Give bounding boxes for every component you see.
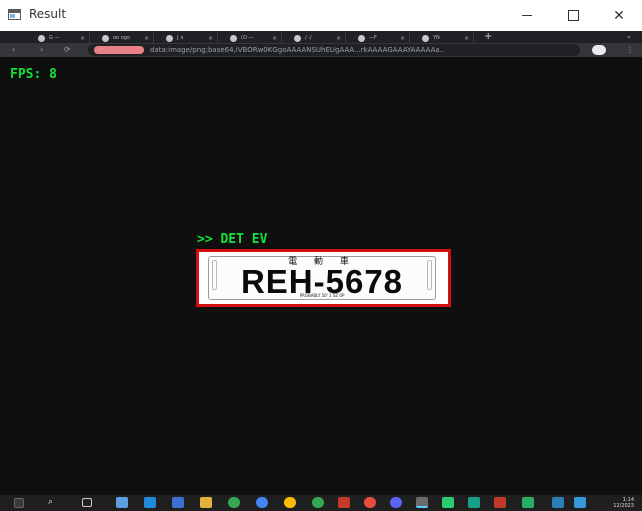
app-icon[interactable] xyxy=(552,497,564,508)
globe-icon xyxy=(294,34,301,42)
browser-tab[interactable]: [ x × xyxy=(158,33,218,43)
forward-icon[interactable]: › xyxy=(40,44,43,56)
active-app-icon[interactable] xyxy=(416,497,428,508)
app-icon[interactable] xyxy=(494,497,506,508)
close-tab-icon[interactable]: × xyxy=(272,35,277,42)
edge-icon[interactable] xyxy=(144,497,156,508)
tab-label: oo ogo xyxy=(113,35,130,41)
window-title: Result xyxy=(29,7,67,21)
fps-counter: FPS: 8 xyxy=(10,67,57,82)
close-tab-icon[interactable]: × xyxy=(208,35,213,42)
system-clock[interactable]: 1:14 12/2023 xyxy=(594,497,634,509)
chrome-icon[interactable] xyxy=(284,497,296,508)
close-tab-icon[interactable]: × xyxy=(80,35,85,42)
detection-bounding-box: 電 動 車 REH-5678 PROBABLY 50' 1 SZ 0P xyxy=(196,249,451,307)
app-icon[interactable] xyxy=(468,497,480,508)
chrome-icon[interactable] xyxy=(312,497,324,508)
address-bar[interactable]: data:image/png;base64,iVBORw0KGgoAAAANSU… xyxy=(88,44,580,56)
file-explorer-icon[interactable] xyxy=(200,497,212,508)
taskbar: ⌕ 1:14 12/2023 xyxy=(0,495,642,511)
browser-toolbar: ‹ › ⟳ data:image/png;base64,iVBORw0KGgoA… xyxy=(0,43,642,57)
maximize-button[interactable] xyxy=(550,0,596,31)
globe-icon xyxy=(422,34,429,42)
globe-icon xyxy=(102,34,109,42)
browser-tab[interactable]: (O — × xyxy=(222,33,282,43)
minimize-button[interactable] xyxy=(504,0,550,31)
start-button[interactable] xyxy=(14,498,24,508)
site-info-chip[interactable] xyxy=(94,46,144,54)
maximize-icon xyxy=(567,10,579,21)
window-title-bar: Result ✕ xyxy=(0,0,642,31)
reload-icon[interactable]: ⟳ xyxy=(64,44,71,56)
widgets-icon[interactable] xyxy=(116,497,128,508)
close-tab-icon[interactable]: × xyxy=(464,35,469,42)
globe-icon xyxy=(358,34,365,42)
close-tab-icon[interactable]: × xyxy=(400,35,405,42)
chrome-icon[interactable] xyxy=(228,497,240,508)
globe-icon xyxy=(230,34,237,42)
app-window-icon xyxy=(8,9,21,20)
back-icon[interactable]: ‹ xyxy=(12,44,15,56)
search-icon[interactable]: ⌕ xyxy=(48,496,53,508)
minimize-icon xyxy=(522,15,532,16)
plate-bottom-text: PROBABLY 50' 1 SZ 0P xyxy=(299,293,345,298)
tab-label: [ x xyxy=(177,35,184,41)
globe-icon xyxy=(38,34,45,42)
clock-date: 12/2023 xyxy=(613,503,634,509)
close-tab-icon[interactable]: × xyxy=(336,35,341,42)
browser-menu-icon[interactable]: ⋮ xyxy=(626,44,634,56)
app-icon[interactable] xyxy=(522,497,534,508)
app-icon[interactable] xyxy=(338,497,350,508)
tab-label: —F xyxy=(369,35,377,41)
license-plate: 電 動 車 REH-5678 PROBABLY 50' 1 SZ 0P xyxy=(208,256,436,300)
detection-label: >> DET EV xyxy=(197,232,268,247)
url-text[interactable]: data:image/png;base64,iVBORw0KGgoAAAANSU… xyxy=(150,45,550,55)
tab-label: (O — xyxy=(241,35,254,41)
tab-search-icon[interactable]: ⌄ xyxy=(626,32,632,40)
app-icon[interactable] xyxy=(574,497,586,508)
browser-tab[interactable]: G — × xyxy=(30,33,90,43)
profile-avatar[interactable] xyxy=(592,45,606,55)
new-tab-button[interactable]: + xyxy=(484,32,492,42)
browser-tab[interactable]: / :/ × xyxy=(286,33,346,43)
tab-label: / :/ xyxy=(305,35,312,41)
line-icon[interactable] xyxy=(442,497,454,508)
result-viewport: FPS: 8 >> DET EV 電 動 車 REH-5678 PROBABLY… xyxy=(0,57,642,495)
store-icon[interactable] xyxy=(172,497,184,508)
globe-icon xyxy=(166,34,173,42)
chrome-icon[interactable] xyxy=(256,497,268,508)
browser-tab[interactable]: YN × xyxy=(414,33,474,43)
browser-tab[interactable]: —F × xyxy=(350,33,410,43)
browser-tab[interactable]: oo ogo × xyxy=(94,33,154,43)
tab-label: YN xyxy=(433,35,440,41)
close-button[interactable]: ✕ xyxy=(596,0,642,31)
close-icon: ✕ xyxy=(613,7,625,24)
tab-label: G — xyxy=(49,35,60,41)
browser-tab-strip: G — × oo ogo × [ x × (O — × / :/ × —F × YN × +… xyxy=(0,31,642,43)
app-icon[interactable] xyxy=(364,497,376,508)
task-view-icon[interactable] xyxy=(82,498,92,507)
discord-icon[interactable] xyxy=(390,497,402,508)
close-tab-icon[interactable]: × xyxy=(144,35,149,42)
